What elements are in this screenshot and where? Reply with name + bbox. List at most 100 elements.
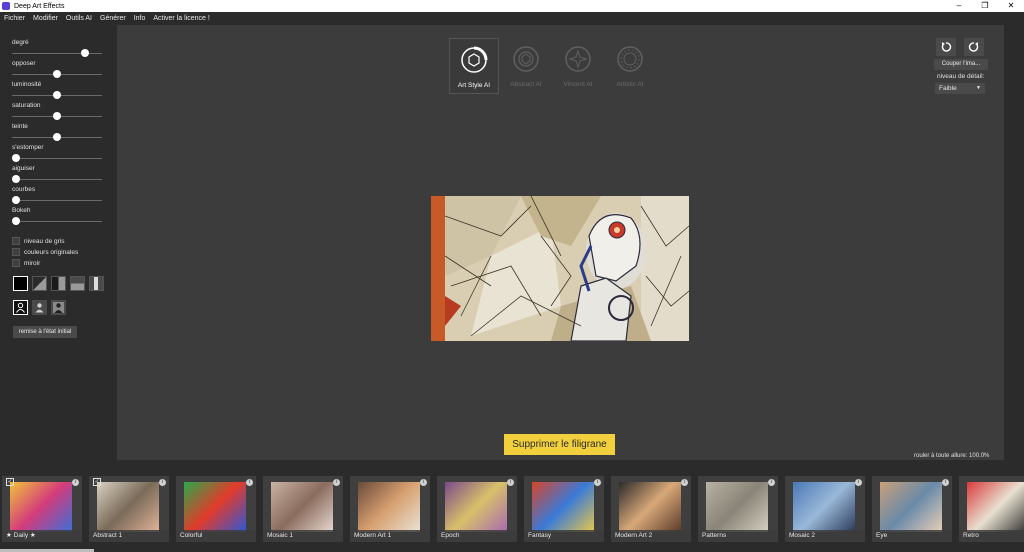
tab-artistic-ai[interactable]: Artistic AI	[605, 38, 655, 94]
style-thumbnail[interactable]: iRetro	[959, 476, 1024, 542]
portrait-background-icon[interactable]	[32, 300, 47, 315]
style-name: Abstract 1	[89, 530, 169, 542]
rotate-right-button[interactable]	[964, 38, 984, 56]
slider-label: Bokeh	[12, 207, 31, 214]
slider-brightness: luminosité	[12, 80, 102, 101]
grayscale-toggle[interactable]: niveau de gris	[12, 236, 64, 246]
slider-label: teinte	[12, 123, 28, 130]
maximize-button[interactable]: ❐	[972, 0, 998, 12]
blend-solid-swatch[interactable]	[13, 276, 28, 291]
vincent-ai-icon	[565, 46, 591, 72]
menu-ai-tools[interactable]: Outils AI	[66, 15, 92, 22]
slider-thumb[interactable]	[12, 217, 20, 225]
menu-edit[interactable]: Modifier	[33, 15, 58, 22]
style-thumbnail[interactable]: i Eye	[872, 476, 952, 542]
info-icon[interactable]: i	[855, 479, 862, 486]
info-icon[interactable]: i	[420, 479, 427, 486]
menu-file[interactable]: Fichier	[4, 15, 25, 22]
slider-track[interactable]	[12, 215, 102, 227]
slider-thumb[interactable]	[12, 175, 20, 183]
info-icon[interactable]: i	[768, 479, 775, 486]
slider-track[interactable]	[12, 89, 102, 101]
slider-thumb[interactable]	[53, 70, 61, 78]
abstract-ai-icon	[513, 46, 539, 72]
style-name: Modern Art 1	[350, 530, 430, 542]
style-gallery: ✓ i ★ Daily ★ ✓ i Abstract 1 i Colorful i Mosaic …	[0, 470, 1024, 552]
reset-button[interactable]: remise à l'état initial	[13, 326, 77, 338]
processing-speed-status: rouler à toute allure: 100.0%	[914, 453, 990, 459]
info-icon[interactable]: i	[594, 479, 601, 486]
info-icon[interactable]: i	[681, 479, 688, 486]
blend-stripe-swatch[interactable]	[89, 276, 104, 291]
slider-thumb[interactable]	[53, 112, 61, 120]
slider-thumb[interactable]	[81, 49, 89, 57]
main-canvas: Art Style AI Abstract AI Vincent AI Arti…	[117, 25, 1004, 460]
close-button[interactable]: ✕	[998, 0, 1024, 12]
info-icon[interactable]: i	[333, 479, 340, 486]
style-thumbnail[interactable]: i Modern Art 1	[350, 476, 430, 542]
crop-button[interactable]: Couper l'ima...	[934, 59, 988, 70]
info-icon[interactable]: i	[246, 479, 253, 486]
slider-thumb[interactable]	[53, 91, 61, 99]
grayscale-checkbox[interactable]	[12, 237, 20, 245]
style-thumbnail[interactable]: i Colorful	[176, 476, 256, 542]
slider-track[interactable]	[12, 194, 102, 206]
minimize-button[interactable]: –	[946, 0, 972, 12]
blend-mode-swatches	[13, 276, 108, 291]
menu-info[interactable]: Info	[134, 15, 146, 22]
slider-hue: teinte	[12, 122, 102, 143]
info-icon[interactable]: i	[159, 479, 166, 486]
tab-abstract-ai[interactable]: Abstract AI	[501, 38, 551, 94]
menu-bar: Fichier Modifier Outils AI Générer Info …	[0, 12, 1024, 25]
slider-track[interactable]	[12, 110, 102, 122]
original-colors-toggle[interactable]: couleurs originales	[12, 247, 78, 257]
slider-thumb[interactable]	[12, 196, 20, 204]
info-icon[interactable]: i	[942, 479, 949, 486]
style-name: Colorful	[176, 530, 256, 542]
tab-art-style-ai[interactable]: Art Style AI	[449, 38, 499, 94]
slider-track[interactable]	[12, 173, 102, 185]
slider-contrast: opposer	[12, 59, 102, 80]
tab-label: Artistic AI	[616, 81, 644, 88]
slider-track[interactable]	[12, 152, 102, 164]
tab-vincent-ai[interactable]: Vincent AI	[553, 38, 603, 94]
style-preview-image	[445, 482, 507, 532]
detail-level-select[interactable]: Faible ▼	[935, 83, 985, 94]
menu-generate[interactable]: Générer	[100, 15, 126, 22]
stylized-artwork-preview	[431, 196, 689, 341]
slider-label: aiguiser	[12, 165, 35, 172]
style-thumbnail[interactable]: i Fantasy	[524, 476, 604, 542]
slider-thumb[interactable]	[12, 154, 20, 162]
blend-diagonal-swatch[interactable]	[32, 276, 47, 291]
info-icon[interactable]: i	[507, 479, 514, 486]
style-preview-image	[619, 482, 681, 532]
style-thumbnail[interactable]: i Mosaic 1	[263, 476, 343, 542]
blend-bottom-swatch[interactable]	[70, 276, 85, 291]
style-name: Patterns	[698, 530, 778, 542]
mirror-toggle[interactable]: miroir	[12, 258, 40, 268]
original-colors-checkbox[interactable]	[12, 248, 20, 256]
slider-track[interactable]	[12, 47, 102, 59]
portrait-subject-icon[interactable]	[51, 300, 66, 315]
slider-track[interactable]	[12, 68, 102, 80]
rotate-left-button[interactable]	[936, 38, 956, 56]
slider-thumb[interactable]	[53, 133, 61, 141]
portrait-outline-icon[interactable]	[13, 300, 28, 315]
style-preview-image	[358, 482, 420, 532]
app-icon	[2, 2, 10, 10]
style-thumbnail[interactable]: ✓ i Abstract 1	[89, 476, 169, 542]
blend-half-swatch[interactable]	[51, 276, 66, 291]
style-thumbnail[interactable]: i Epoch	[437, 476, 517, 542]
menu-activate-license[interactable]: Activer la licence !	[153, 15, 209, 22]
style-thumbnail[interactable]: ✓ i ★ Daily ★	[2, 476, 82, 542]
style-thumbnail[interactable]: i Patterns	[698, 476, 778, 542]
slider-track[interactable]	[12, 131, 102, 143]
style-thumbnail[interactable]: i Mosaic 2	[785, 476, 865, 542]
mirror-checkbox[interactable]	[12, 259, 20, 267]
style-thumbnail[interactable]: i Modern Art 2	[611, 476, 691, 542]
slider-label: saturation	[12, 102, 41, 109]
info-icon[interactable]: i	[72, 479, 79, 486]
art-style-ai-icon	[461, 46, 488, 73]
remove-watermark-button[interactable]: Supprimer le filigrane	[504, 434, 615, 455]
ai-style-tabs: Art Style AI Abstract AI Vincent AI Arti…	[449, 38, 657, 94]
